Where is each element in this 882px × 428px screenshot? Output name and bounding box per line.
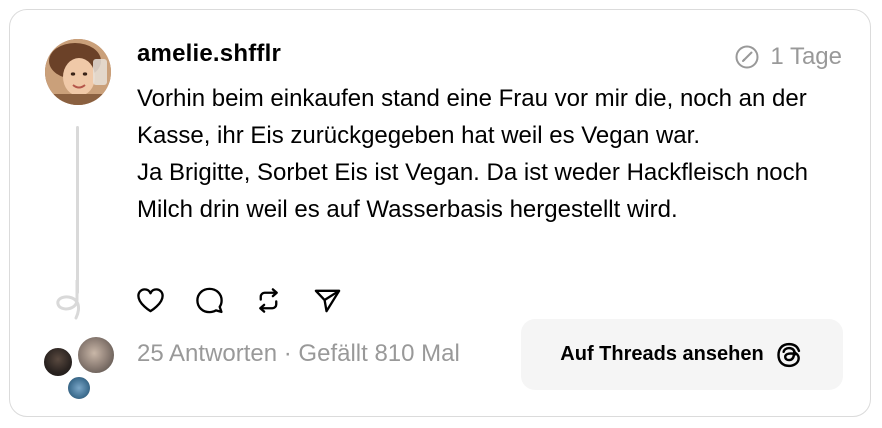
action-bar bbox=[135, 285, 343, 316]
post-time: 1 Tage bbox=[770, 43, 842, 70]
threads-logo-icon bbox=[776, 342, 800, 367]
share-icon[interactable] bbox=[312, 285, 343, 316]
open-in-threads-label: Auf Threads ansehen bbox=[560, 343, 764, 365]
post-paragraph: Vorhin beim einkaufen stand eine Frau vo… bbox=[137, 85, 807, 149]
thread-line bbox=[76, 126, 79, 294]
heart-icon[interactable] bbox=[135, 285, 166, 316]
replier-avatar bbox=[76, 335, 116, 375]
replier-avatars bbox=[42, 335, 116, 401]
thread-loop-icon bbox=[56, 280, 81, 320]
post-text: Vorhin beim einkaufen stand eine Frau vo… bbox=[137, 80, 857, 228]
post-paragraph: Ja Brigitte, Sorbet Eis ist Vegan. Da is… bbox=[137, 159, 808, 223]
comment-icon[interactable] bbox=[194, 285, 225, 316]
post-stats[interactable]: 25 Antworten · Gefällt 810 Mal bbox=[137, 340, 460, 368]
replier-avatar bbox=[66, 375, 92, 401]
repost-icon[interactable] bbox=[253, 285, 284, 316]
author-avatar[interactable] bbox=[45, 39, 111, 105]
threads-embed-card: amelie.shfflr 1 Tage Vorhin beim einkauf… bbox=[9, 9, 871, 417]
open-in-threads-button[interactable]: Auf Threads ansehen bbox=[521, 319, 843, 390]
replier-avatar bbox=[42, 346, 74, 378]
post-meta: 1 Tage bbox=[734, 43, 842, 71]
edited-icon bbox=[735, 45, 759, 69]
author-username[interactable]: amelie.shfflr bbox=[137, 40, 281, 68]
